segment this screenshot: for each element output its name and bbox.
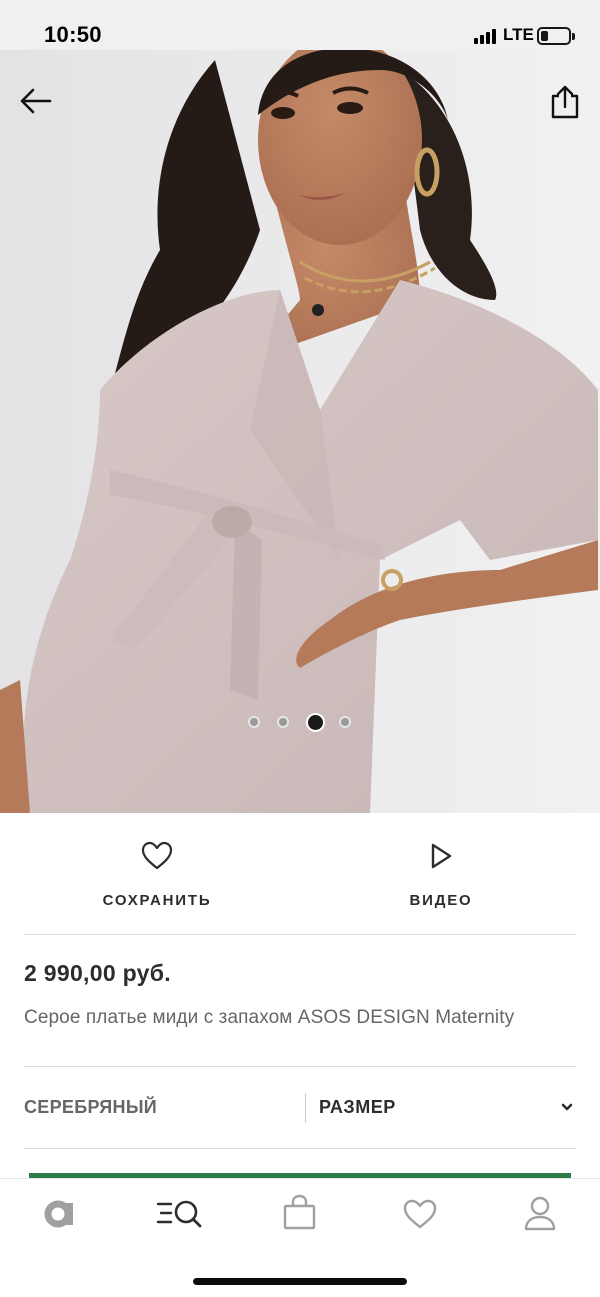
home-indicator [193, 1278, 407, 1285]
video-label: ВИДЕО [409, 892, 473, 909]
chevron-down-icon [561, 1103, 573, 1111]
back-button[interactable] [18, 86, 54, 116]
image-carousel-dots [248, 711, 368, 733]
divider [24, 1148, 576, 1149]
tab-home[interactable] [30, 1191, 90, 1235]
heart-outline-icon [141, 841, 173, 870]
bag-icon [283, 1194, 316, 1230]
color-selector[interactable]: СЕРЕБРЯНЫЙ [24, 1097, 157, 1118]
share-icon [551, 85, 579, 119]
bottom-tab-bar [0, 1178, 600, 1250]
arrow-left-icon [20, 88, 52, 114]
tab-search[interactable] [150, 1191, 210, 1235]
carousel-dot-3-active[interactable] [306, 712, 325, 732]
heart-icon [403, 1199, 437, 1229]
status-time: 10:50 [44, 22, 102, 47]
asos-logo-icon [44, 1200, 73, 1228]
share-button[interactable] [549, 84, 581, 120]
product-options: СЕРЕБРЯНЫЙ РАЗМЕР [0, 1067, 600, 1149]
tab-bag[interactable] [270, 1191, 330, 1235]
option-separator [305, 1093, 306, 1123]
tab-account[interactable] [510, 1191, 570, 1235]
save-label: СОХРАНИТЬ [102, 892, 212, 909]
carousel-dot-2[interactable] [277, 716, 289, 728]
status-bar: 10:50 LTE [0, 0, 600, 50]
play-outline-icon [431, 843, 452, 869]
carousel-dot-4[interactable] [339, 716, 351, 728]
product-image[interactable] [0, 50, 600, 813]
product-actions: СОХРАНИТЬ ВИДЕО [0, 813, 600, 935]
product-photo [0, 50, 600, 813]
product-page: 10:50 LTE СОХРАНИТЬ ВИДЕО 2 990,00 руб. … [0, 0, 600, 1297]
network-type-label: LTE [503, 25, 534, 44]
tab-saved[interactable] [390, 1191, 450, 1235]
save-button[interactable]: СОХРАНИТЬ [57, 841, 257, 909]
user-icon [524, 1196, 556, 1231]
battery-icon [537, 27, 575, 45]
carousel-dot-1[interactable] [248, 716, 260, 728]
size-label: РАЗМЕР [319, 1097, 396, 1117]
video-button[interactable]: ВИДЕО [341, 841, 541, 909]
size-selector[interactable]: РАЗМЕР [319, 1097, 576, 1121]
product-title: Серое платье миди с запахом ASOS DESIGN … [24, 1007, 515, 1028]
cellular-signal-icon [474, 28, 498, 44]
product-price: 2 990,00 руб. [24, 960, 171, 986]
divider [24, 934, 576, 935]
search-icon [156, 1200, 202, 1228]
